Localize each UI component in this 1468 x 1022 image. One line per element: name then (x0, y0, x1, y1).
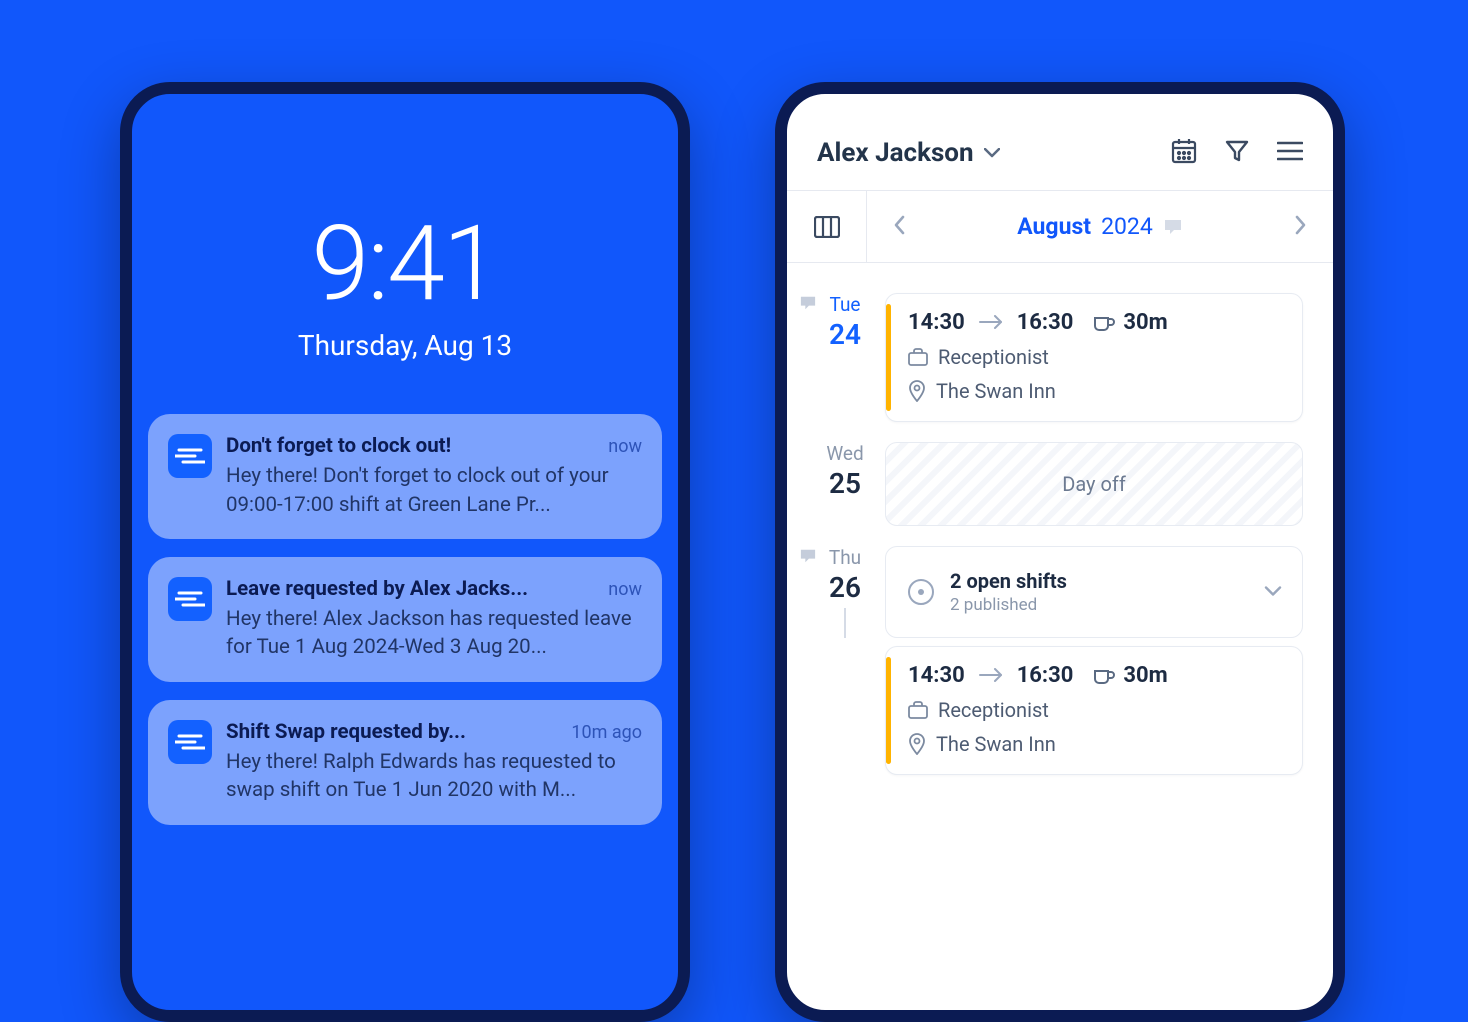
timeline-connector (844, 608, 846, 638)
open-shifts-sub: 2 published (950, 595, 1067, 615)
notification-card[interactable]: Don't forget to clock out! now Hey there… (148, 414, 662, 539)
chat-icon (799, 295, 817, 315)
coffee-icon (1093, 666, 1115, 686)
notification-time: 10m ago (571, 721, 642, 746)
day-row: Wed 25 Day off (787, 442, 1333, 546)
coffee-icon (1093, 313, 1115, 333)
shift-card[interactable]: 14:30 16:30 30m Receptionist T (885, 293, 1303, 422)
schedule-body: Tue 24 14:30 16:30 30m Recep (787, 263, 1333, 795)
calendar-icon[interactable] (1171, 138, 1197, 168)
next-month[interactable] (1295, 215, 1307, 239)
chevron-down-icon (984, 148, 1000, 158)
app-icon (168, 720, 212, 764)
shift-location: The Swan Inn (936, 379, 1056, 403)
columns-icon[interactable] (787, 191, 867, 262)
arrow-right-icon (979, 310, 1003, 335)
notification-body: Hey there! Ralph Edwards has requested t… (226, 748, 642, 805)
open-shifts-icon (908, 579, 934, 605)
briefcase-icon (908, 348, 928, 366)
day-label[interactable]: Wed 25 (805, 442, 885, 526)
lock-date: Thursday, Aug 13 (132, 329, 678, 362)
location-icon (908, 380, 926, 402)
chevron-down-icon (1264, 583, 1282, 602)
shift-card[interactable]: 14:30 16:30 30m Receptionist T (885, 646, 1303, 775)
shift-end: 16:30 (1017, 663, 1074, 688)
lockscreen-phone: 9:41 Thursday, Aug 13 Don't forget to cl… (120, 82, 690, 1022)
notification-title: Shift Swap requested by... (226, 718, 466, 746)
shift-end: 16:30 (1017, 310, 1074, 335)
notification-title: Don't forget to clock out! (226, 432, 451, 460)
month-label[interactable]: August 2024 (1017, 213, 1183, 240)
month-bar: August 2024 (787, 191, 1333, 263)
day-label[interactable]: Thu 26 (805, 546, 885, 638)
menu-icon[interactable] (1277, 141, 1303, 165)
break-duration: 30m (1123, 663, 1167, 688)
chat-icon (799, 548, 817, 568)
notification-body: Hey there! Alex Jackson has requested le… (226, 605, 642, 662)
day-label[interactable]: Tue 24 (805, 293, 885, 422)
arrow-right-icon (979, 663, 1003, 688)
user-picker[interactable]: Alex Jackson (817, 138, 1000, 168)
break-duration: 30m (1123, 310, 1167, 335)
shift-location: The Swan Inn (936, 732, 1056, 756)
chat-icon (1163, 218, 1183, 236)
shift-start: 14:30 (908, 310, 965, 335)
notification-title: Leave requested by Alex Jacks... (226, 575, 528, 603)
day-row: 14:30 16:30 30m Receptionist T (787, 646, 1333, 795)
notification-list: Don't forget to clock out! now Hey there… (132, 414, 678, 825)
lock-time: 9:41 (132, 204, 678, 325)
open-shifts-card[interactable]: 2 open shifts 2 published (885, 546, 1303, 638)
notification-body: Hey there! Don't forget to clock out of … (226, 462, 642, 519)
notification-time: now (608, 435, 642, 460)
day-row: Thu 26 2 open shifts 2 published (787, 546, 1333, 646)
location-icon (908, 733, 926, 755)
shift-role: Receptionist (938, 698, 1049, 722)
app-icon (168, 577, 212, 621)
schedule-phone: Alex Jackson August 2024 (775, 82, 1345, 1022)
notification-time: now (608, 578, 642, 603)
selected-user: Alex Jackson (817, 138, 974, 168)
notification-card[interactable]: Shift Swap requested by... 10m ago Hey t… (148, 700, 662, 825)
schedule-header: Alex Jackson (787, 94, 1333, 191)
briefcase-icon (908, 701, 928, 719)
shift-start: 14:30 (908, 663, 965, 688)
dayoff-card[interactable]: Day off (885, 442, 1303, 526)
shift-role: Receptionist (938, 345, 1049, 369)
open-shifts-title: 2 open shifts (950, 569, 1067, 593)
filter-icon[interactable] (1225, 139, 1249, 167)
prev-month[interactable] (893, 215, 905, 239)
day-row: Tue 24 14:30 16:30 30m Recep (787, 293, 1333, 442)
app-icon (168, 434, 212, 478)
day-label-empty (805, 646, 885, 775)
notification-card[interactable]: Leave requested by Alex Jacks... now Hey… (148, 557, 662, 682)
